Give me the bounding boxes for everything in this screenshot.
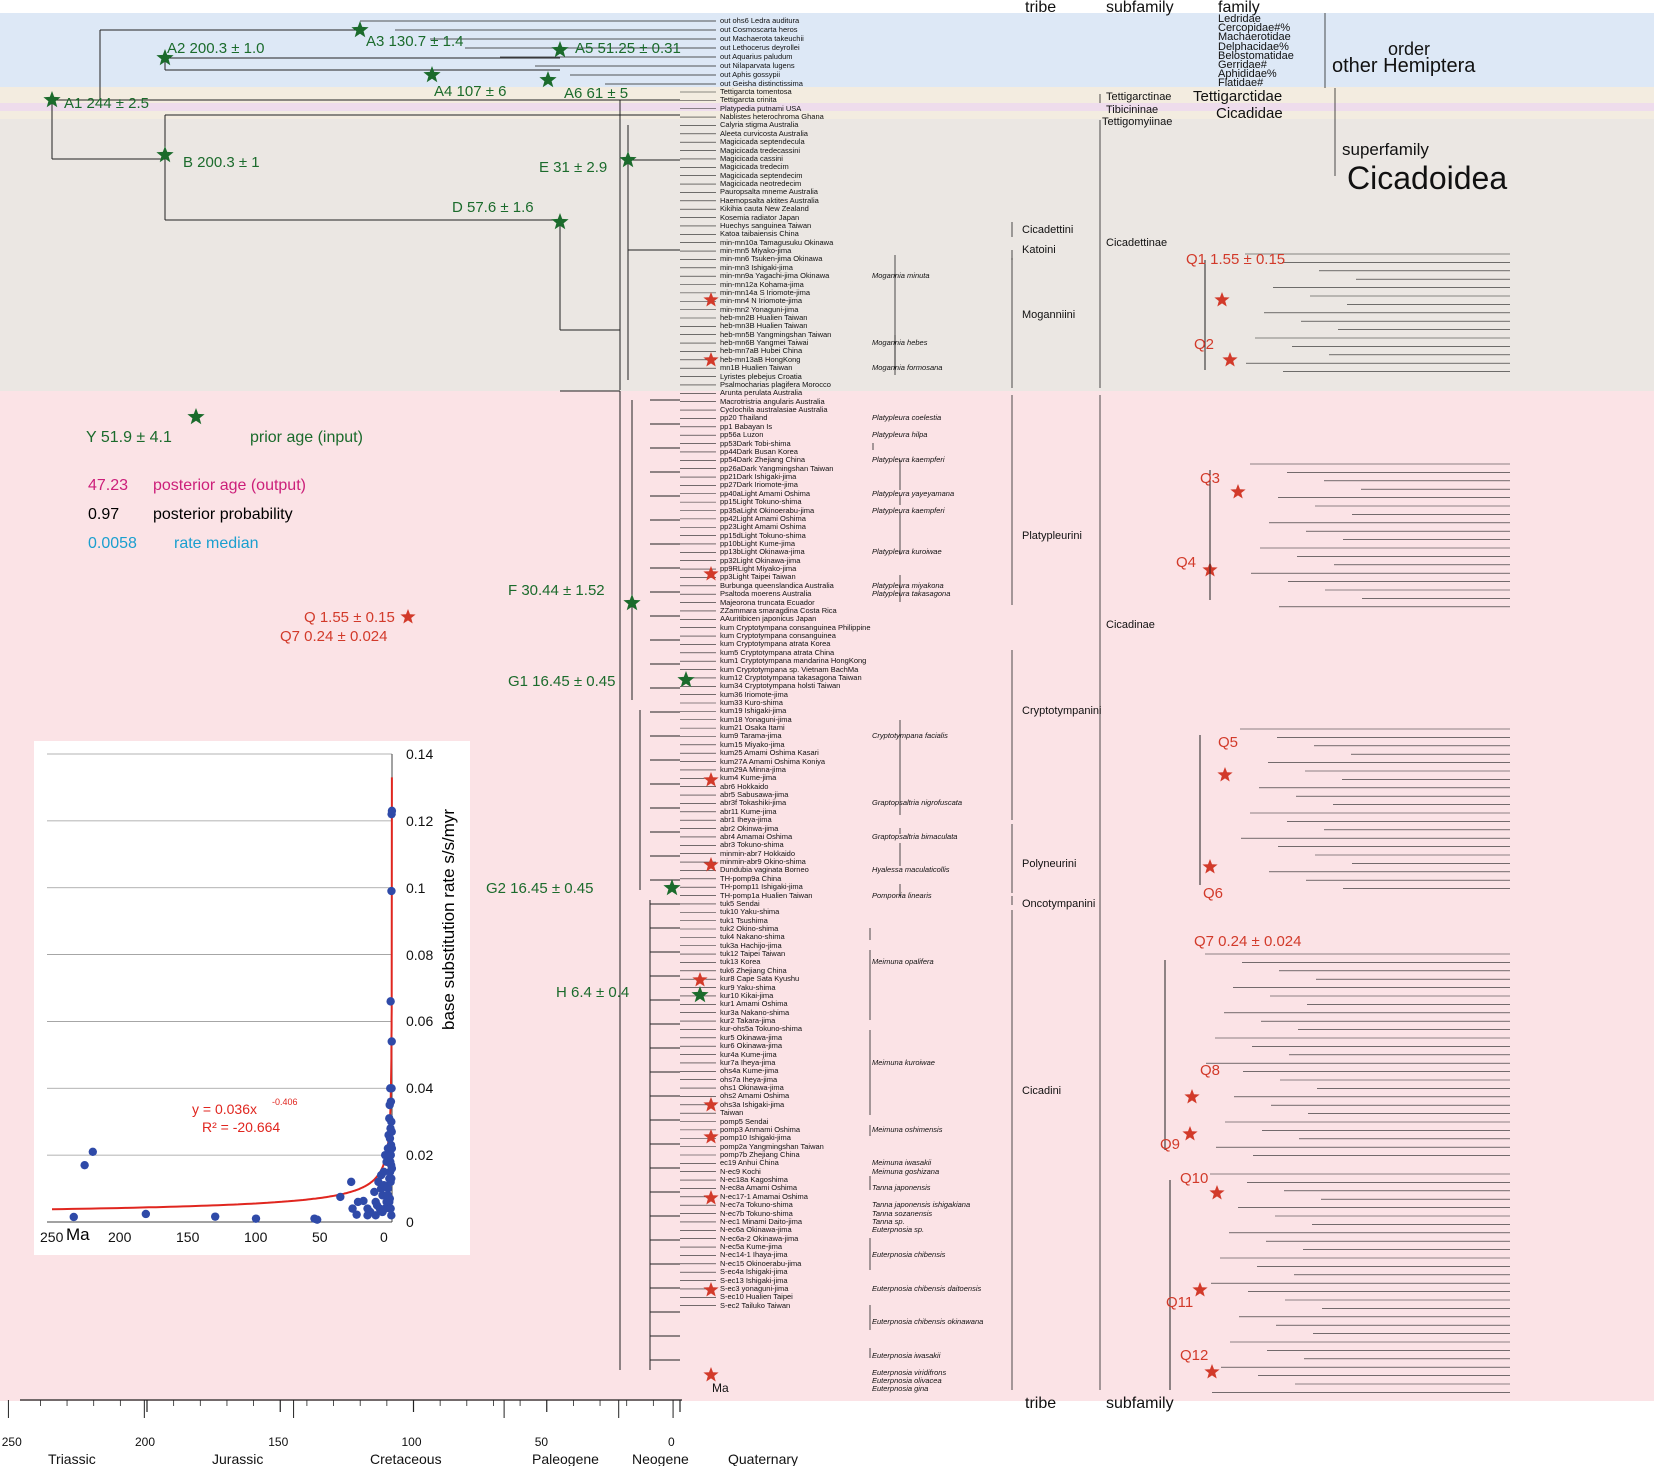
inset-data-point-48 [387, 886, 396, 896]
inset-data-point-46 [387, 1174, 396, 1183]
inset-fit-equation: y = 0.036x [192, 1101, 257, 1117]
inset-xtick-0: 250 [40, 1229, 64, 1245]
figure-canvas: { "headers": { "tribe_top": "tribe", "su… [0, 0, 1654, 1466]
inset-xtick-1: 200 [108, 1229, 132, 1245]
inset-ytick-4: 0.08 [406, 946, 434, 963]
inset-data-point-64 [379, 1181, 389, 1190]
inset-ytick-0: 0 [406, 1214, 414, 1230]
inset-fit-exponent: -0.406 [272, 1097, 298, 1107]
inset-data-point-5 [251, 1214, 261, 1223]
inset-data-point-59 [387, 1211, 396, 1220]
inset-xtick-4: 50 [312, 1229, 328, 1245]
inset-data-point-8 [336, 1192, 345, 1202]
inset-data-point-4 [211, 1212, 220, 1221]
inset-data-point-51 [387, 1127, 396, 1136]
inset-fit-curve [51, 777, 393, 1211]
inset-data-point-61 [363, 1204, 372, 1213]
inset-data-point-1 [88, 1147, 98, 1157]
inset-xtick-3: 100 [244, 1229, 268, 1245]
inset-ytick-2: 0.04 [406, 1080, 434, 1097]
inset-data-point-11 [352, 1210, 361, 1219]
inset-data-point-62 [353, 1197, 363, 1207]
inset-data-point-3 [141, 1209, 151, 1219]
inset-data-point-40 [386, 997, 395, 1006]
inset-data-point-7 [313, 1215, 322, 1224]
inset-data-point-47 [387, 1117, 396, 1126]
inset-data-point-53 [387, 1164, 397, 1173]
inset-data-point-55 [387, 806, 397, 816]
inset-data-point-43 [386, 1097, 396, 1106]
inset-data-point-63 [376, 1171, 386, 1180]
inset-data-point-54 [387, 1144, 397, 1153]
inset-data-point-50 [387, 1084, 396, 1093]
inset-data-point-60 [371, 1211, 380, 1220]
inset-data-point-9 [347, 1177, 356, 1187]
inset-ytick-1: 0.02 [406, 1147, 434, 1164]
inset-data-point-2 [80, 1160, 89, 1170]
inset-x-unit: Ma [66, 1225, 90, 1244]
inset-fit-r2: R² = -20.664 [202, 1119, 281, 1135]
rate-vs-age-chart [47, 753, 397, 1224]
inset-data-point-0 [69, 1212, 78, 1222]
inset-ytick-3: 0.06 [406, 1013, 434, 1030]
inset-ytick-6: 0.12 [406, 812, 434, 829]
inset-y-axis-label: base substitution rate s/s/myr [439, 808, 458, 1030]
inset-ytick-5: 0.1 [406, 879, 426, 896]
inset-xtick-2: 150 [176, 1229, 200, 1245]
inset-xtick-5: 0 [380, 1229, 388, 1245]
inset-data-point-52 [387, 1037, 396, 1046]
inset-ytick-7: 0.14 [406, 746, 434, 762]
